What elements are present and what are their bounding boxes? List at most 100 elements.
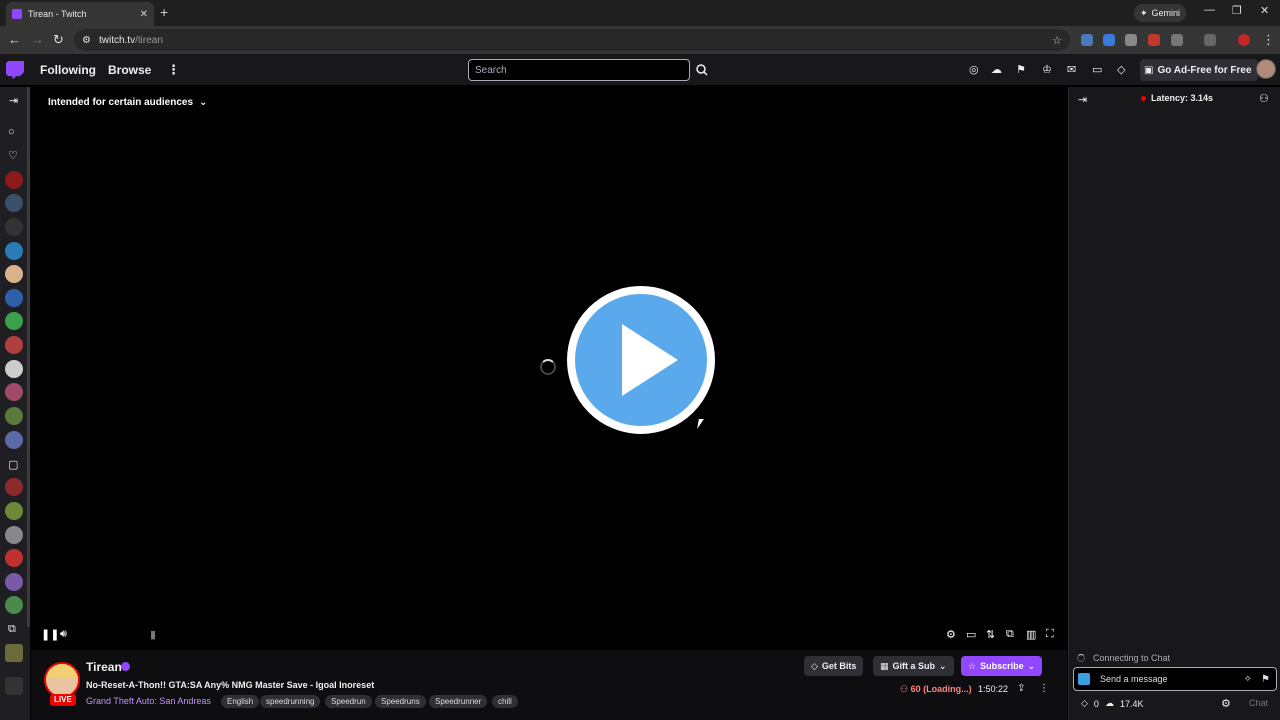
extension-icon[interactable]: ⚑ [1016, 63, 1026, 76]
recommended-category-avatar[interactable] [5, 677, 23, 695]
stream-tag[interactable]: chill [492, 695, 518, 708]
followed-channel-avatar[interactable] [5, 312, 23, 330]
pause-icon[interactable]: ❚❚ [41, 628, 59, 641]
inbox-icon[interactable]: ✉ [1067, 63, 1076, 76]
recommended-channel-avatar[interactable] [5, 526, 23, 544]
followed-channel-avatar[interactable] [5, 336, 23, 354]
extension-cloud-icon[interactable]: ☁ [991, 63, 1002, 76]
search-button[interactable] [692, 59, 712, 81]
video-player[interactable]: Intended for certain audiences ⌄ ❚❚ 🔊︎ ▮… [31, 87, 1067, 650]
browse-link[interactable]: Browse [108, 63, 151, 77]
search-input[interactable]: Search [468, 59, 690, 81]
chat-badge-icon[interactable] [1078, 673, 1090, 685]
followed-channel-avatar[interactable] [5, 171, 23, 189]
collapse-chat-icon[interactable]: ⇥ [1078, 93, 1087, 106]
go-ad-free-button[interactable]: ▣ Go Ad-Free for Free [1140, 59, 1258, 81]
gift-sub-button[interactable]: ▦ Gift a Sub ⌄ [873, 656, 954, 676]
channel-avatar[interactable] [44, 662, 80, 698]
address-bar[interactable]: ⚙ twitch.tv/tirean ☆ [74, 29, 1070, 51]
gemini-button[interactable]: ✦ Gemini [1134, 4, 1187, 22]
volume-icon[interactable]: 🔊︎ [60, 628, 67, 641]
chevron-down-icon: ⌄ [939, 660, 947, 671]
recommended-channel-avatar[interactable] [5, 502, 23, 520]
minimize-icon[interactable]: — [1204, 4, 1215, 16]
user-avatar[interactable] [1256, 59, 1276, 79]
recommended-category-avatar[interactable] [5, 644, 23, 662]
recommended-video-icon[interactable]: ▢ [8, 458, 18, 471]
content-classification-dropdown[interactable]: Intended for certain audiences ⌄ [48, 97, 207, 108]
site-info-icon[interactable]: ⚙ [82, 35, 91, 46]
stream-tag[interactable]: Speedrunner [429, 695, 488, 708]
extensions-puzzle-icon[interactable] [1171, 34, 1183, 46]
clip-icon[interactable]: ⇅ [986, 628, 995, 641]
activity-icon[interactable]: ◎ [969, 63, 979, 76]
restore-icon[interactable]: ❐ [1232, 4, 1242, 17]
followed-channel-avatar[interactable] [5, 360, 23, 378]
followed-channel-avatar[interactable] [5, 407, 23, 425]
recommended-channel-avatar[interactable] [5, 478, 23, 496]
sidebar-scrollbar[interactable] [27, 87, 30, 627]
chat-settings-gear-icon[interactable]: ⚙ [1221, 697, 1231, 710]
viewers-also-watch-icon[interactable]: ⧉ [8, 623, 16, 636]
forward-icon[interactable]: → [31, 32, 44, 47]
channel-points[interactable]: ◇ 0 ☁ 17.4K [1081, 698, 1143, 709]
layout-icon[interactable]: ▥ [1026, 628, 1036, 641]
stream-tag[interactable]: speedrunning [260, 695, 321, 708]
followed-heart-icon[interactable]: ♡ [8, 149, 18, 162]
followed-channel-avatar[interactable] [5, 242, 23, 260]
game-category-link[interactable]: Grand Theft Auto: San Andreas [86, 696, 211, 706]
extension-icon[interactable] [1103, 34, 1115, 46]
recommended-channel-avatar[interactable] [5, 549, 23, 567]
chat-send-button[interactable]: Chat [1249, 698, 1268, 708]
settings-gear-icon[interactable]: ⚙ [946, 628, 956, 641]
followed-channel-avatar[interactable] [5, 194, 23, 212]
recommended-channel-avatar[interactable] [5, 596, 23, 614]
followed-channel-avatar[interactable] [5, 218, 23, 236]
cheer-icon[interactable]: ✧ [1244, 674, 1252, 685]
chat-message-input[interactable]: Send a message ✧ ⚑ [1073, 667, 1277, 691]
share-icon[interactable]: ⇪ [1017, 683, 1025, 694]
get-bits-button[interactable]: ◇ Get Bits [804, 656, 864, 676]
followed-channel-avatar[interactable] [5, 289, 23, 307]
whispers-icon[interactable]: ▭ [1092, 63, 1102, 76]
extension-icon[interactable] [1081, 34, 1093, 46]
followed-channel-avatar[interactable] [5, 383, 23, 401]
close-window-icon[interactable]: ✕ [1260, 4, 1269, 17]
extension-icon[interactable] [1148, 34, 1160, 46]
following-link[interactable]: Following [40, 63, 96, 77]
more-options-icon[interactable]: ⋮ [1039, 683, 1049, 694]
stream-tag[interactable]: English [221, 695, 260, 708]
loading-spinner-icon [1077, 654, 1085, 662]
subscribe-button[interactable]: ☆ Subscribe ⌄ [961, 656, 1043, 676]
stream-tag[interactable]: Speedruns [375, 695, 426, 708]
expand-sidebar-icon[interactable]: ⇥ [9, 94, 18, 107]
fullscreen-icon[interactable]: ⛶ [1046, 628, 1054, 641]
close-tab-icon[interactable]: ✕ [140, 9, 148, 20]
viewer-count-value: 60 (Loading...) [910, 684, 972, 694]
channel-name[interactable]: Tirean [86, 660, 122, 674]
extension-icon[interactable]: ⚑ [1261, 674, 1270, 685]
more-options-icon[interactable]: ⋮ [167, 62, 180, 78]
back-icon[interactable]: ← [8, 32, 21, 47]
new-tab-button[interactable]: + [160, 4, 168, 20]
recommended-icon[interactable]: ○ [8, 126, 15, 138]
followed-channel-avatar[interactable] [5, 265, 23, 283]
recommended-channel-avatar[interactable] [5, 573, 23, 591]
reload-icon[interactable]: ↻ [53, 32, 64, 48]
profile-icon[interactable] [1238, 34, 1250, 46]
theatre-mode-icon[interactable]: ▭ [966, 628, 976, 641]
big-play-button[interactable] [567, 286, 715, 434]
browser-menu-icon[interactable]: ⋮ [1262, 32, 1275, 48]
bits-icon[interactable]: ◇ [1117, 63, 1125, 76]
bookmark-star-icon[interactable]: ☆ [1052, 34, 1062, 47]
community-users-icon[interactable]: ⚇ [1259, 92, 1269, 105]
followed-channel-avatar[interactable] [5, 431, 23, 449]
side-panel-icon[interactable] [1204, 34, 1216, 46]
crown-icon[interactable]: ♔ [1042, 63, 1052, 76]
volume-slider[interactable]: ▮ [150, 628, 156, 641]
extension-icon[interactable] [1125, 34, 1137, 46]
stream-tag[interactable]: Speedrun [325, 695, 372, 708]
twitch-logo-icon[interactable] [6, 61, 24, 79]
browser-tab[interactable]: Tirean - Twitch ✕ [6, 2, 154, 26]
picture-in-picture-icon[interactable]: ⧉ [1006, 628, 1014, 641]
